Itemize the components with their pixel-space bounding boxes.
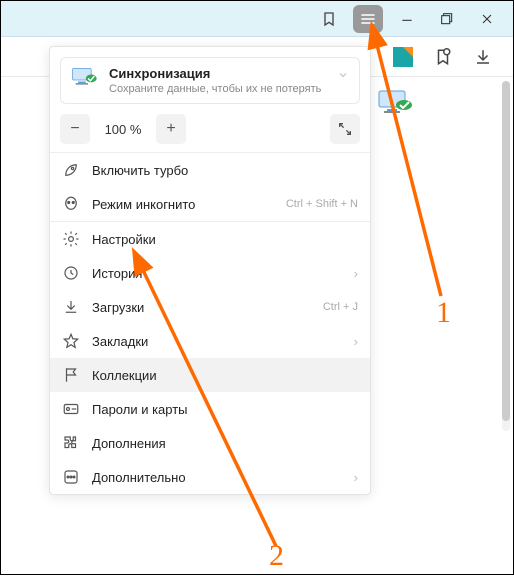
- chevron-down-icon: [337, 68, 349, 86]
- bookmark-icon[interactable]: [309, 4, 349, 34]
- menu-label: Закладки: [92, 334, 338, 349]
- zoom-value: 100 %: [96, 122, 150, 137]
- zoom-row: − 100 % +: [60, 114, 360, 144]
- star-icon: [62, 332, 80, 350]
- window-maximize-button[interactable]: [427, 4, 467, 34]
- menu-label: Включить турбо: [92, 163, 358, 178]
- window-close-button[interactable]: [467, 4, 507, 34]
- gear-icon: [62, 230, 80, 248]
- annotation-label-1: 1: [436, 296, 451, 330]
- menu-label: Загрузки: [92, 300, 311, 315]
- toolbar-downloads-button[interactable]: [463, 39, 503, 75]
- menu-item-incognito[interactable]: Режим инкогнито Ctrl + Shift + N: [50, 187, 370, 221]
- puzzle-icon: [62, 434, 80, 452]
- sync-title: Синхронизация: [109, 66, 349, 81]
- menu-item-history[interactable]: История ›: [50, 256, 370, 290]
- annotation-label-2: 2: [269, 539, 284, 573]
- fullscreen-button[interactable]: [330, 114, 360, 144]
- side-panel-button[interactable]: [423, 39, 463, 75]
- clock-icon: [62, 264, 80, 282]
- rocket-icon: [62, 161, 80, 179]
- zoom-out-button[interactable]: −: [60, 114, 90, 144]
- menu-item-addons[interactable]: Дополнения: [50, 426, 370, 460]
- menu-item-turbo[interactable]: Включить турбо: [50, 153, 370, 187]
- zoom-in-button[interactable]: +: [156, 114, 186, 144]
- menu-label: Пароли и карты: [92, 402, 358, 417]
- menu-item-more[interactable]: Дополнительно ›: [50, 460, 370, 494]
- chevron-right-icon: ›: [354, 266, 358, 281]
- window-titlebar: [1, 1, 513, 37]
- menu-shortcut: Ctrl + Shift + N: [286, 198, 358, 210]
- menu-shortcut: Ctrl + J: [323, 301, 358, 313]
- menu-label: Дополнительно: [92, 470, 338, 485]
- download-icon: [62, 298, 80, 316]
- key-card-icon: [62, 400, 80, 418]
- menu-item-passwords[interactable]: Пароли и карты: [50, 392, 370, 426]
- menu-item-collections[interactable]: Коллекции: [50, 358, 370, 392]
- chevron-right-icon: ›: [354, 470, 358, 485]
- menu-label: История: [92, 266, 338, 281]
- menu-item-settings[interactable]: Настройки: [50, 222, 370, 256]
- window-minimize-button[interactable]: [387, 4, 427, 34]
- menu-label: Дополнения: [92, 436, 358, 451]
- sync-monitor-icon: [71, 66, 99, 90]
- more-icon: [62, 468, 80, 486]
- page-sync-illustration: [377, 87, 413, 117]
- chevron-right-icon: ›: [354, 334, 358, 349]
- incognito-icon: [62, 195, 80, 213]
- active-tab-icon[interactable]: [383, 39, 423, 75]
- main-menu-panel: Синхронизация Сохраните данные, чтобы их…: [49, 46, 371, 495]
- page-scrollbar-thumb[interactable]: [502, 81, 510, 421]
- menu-label: Коллекции: [92, 368, 358, 383]
- flag-icon: [62, 366, 80, 384]
- sync-subtitle: Сохраните данные, чтобы их не потерять: [109, 83, 349, 95]
- menu-item-downloads[interactable]: Загрузки Ctrl + J: [50, 290, 370, 324]
- sync-card[interactable]: Синхронизация Сохраните данные, чтобы их…: [60, 57, 360, 104]
- menu-label: Настройки: [92, 232, 358, 247]
- menu-item-bookmarks[interactable]: Закладки ›: [50, 324, 370, 358]
- menu-label: Режим инкогнито: [92, 197, 274, 212]
- main-menu-button[interactable]: [353, 5, 383, 33]
